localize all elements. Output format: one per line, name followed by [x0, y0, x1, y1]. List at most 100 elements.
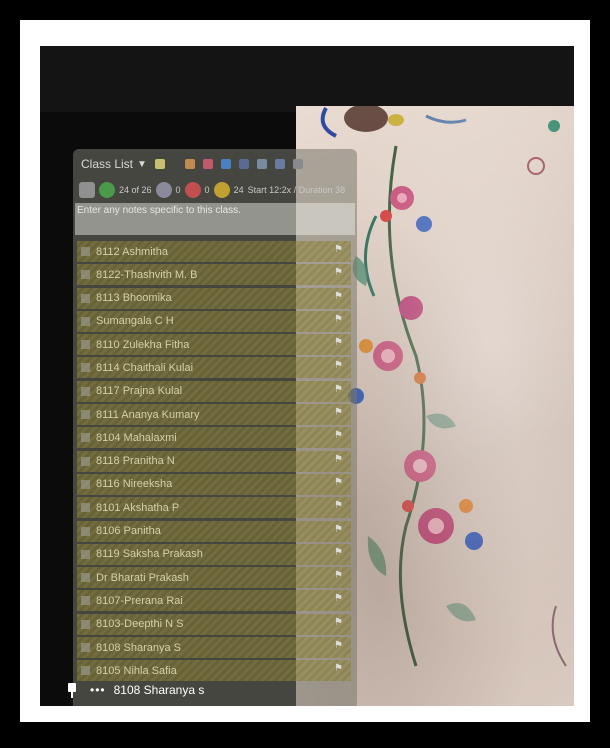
- more-options-icon[interactable]: •••: [90, 683, 106, 697]
- class-toolbar: 24 of 26 0 0 24 Start 12:2x / Duration 3…: [73, 179, 357, 201]
- student-row[interactable]: 8110 Zulekha Fitha ⚑: [77, 334, 351, 356]
- student-name: Dr Bharati Prakash: [96, 571, 189, 584]
- edit-icon[interactable]: [184, 159, 195, 169]
- student-checkbox[interactable]: [81, 549, 90, 559]
- student-checkbox[interactable]: [81, 456, 90, 466]
- student-checkbox[interactable]: [81, 316, 90, 326]
- flag-icon[interactable]: ⚑: [334, 314, 343, 325]
- student-row[interactable]: 8118 Pranitha N ⚑: [77, 450, 351, 472]
- start-duration: Start 12:2x / Duration 38: [247, 185, 346, 195]
- student-checkbox[interactable]: [81, 479, 90, 489]
- student-name: Sumangala C H: [96, 315, 174, 328]
- flag-icon[interactable]: ⚑: [334, 384, 343, 395]
- excused-icon[interactable]: [213, 182, 230, 198]
- flag-icon[interactable]: ⚑: [334, 360, 343, 371]
- pause-icon[interactable]: [79, 182, 95, 198]
- pencil-icon[interactable]: [202, 159, 213, 169]
- student-row[interactable]: 8113 Bhoomika ⚑: [77, 287, 351, 309]
- present-icon[interactable]: [99, 182, 115, 198]
- save-icon[interactable]: [238, 159, 249, 169]
- late-count: 0: [204, 185, 210, 195]
- student-checkbox[interactable]: [81, 340, 90, 350]
- student-row[interactable]: 8108 Sharanya S ⚑: [77, 637, 351, 659]
- student-checkbox[interactable]: [81, 503, 90, 513]
- student-row[interactable]: Dr Bharati Prakash ⚑: [77, 567, 351, 589]
- student-name: 8116 Nireeksha: [96, 478, 173, 491]
- student-name: 8105 Nihla Safia: [96, 664, 177, 677]
- excused-count: 24: [233, 185, 244, 195]
- student-checkbox[interactable]: [81, 363, 90, 373]
- class-notes-field[interactable]: Enter any notes specific to this class.: [75, 203, 355, 235]
- pin-icon[interactable]: [292, 159, 303, 169]
- screen-area: Class List ▼ 24 of 26 0 0 24 Start 12:2x…: [40, 46, 574, 706]
- student-name: 8112 Ashmitha: [96, 245, 168, 258]
- student-row[interactable]: 8106 Panitha ⚑: [77, 520, 351, 542]
- student-row[interactable]: 8114 Chaithali Kulai ⚑: [77, 357, 351, 379]
- flag-icon[interactable]: ⚑: [334, 407, 343, 418]
- student-row[interactable]: 8112 Ashmitha ⚑: [77, 241, 351, 262]
- student-checkbox[interactable]: [81, 386, 90, 396]
- student-checkbox[interactable]: [81, 433, 90, 443]
- student-checkbox[interactable]: [81, 247, 90, 256]
- student-checkbox[interactable]: [81, 410, 90, 420]
- flag-icon[interactable]: ⚑: [334, 430, 343, 441]
- student-checkbox[interactable]: [81, 270, 90, 280]
- student-name: 8106 Panitha: [96, 525, 161, 538]
- student-row[interactable]: 8122-Thashvith M. B ⚑: [77, 264, 351, 286]
- student-row[interactable]: 8117 Prajna Kulal ⚑: [77, 380, 351, 402]
- flag-icon[interactable]: ⚑: [334, 593, 343, 604]
- student-checkbox[interactable]: [81, 526, 90, 536]
- student-name: 8108 Sharanya S: [96, 641, 182, 654]
- class-list-title[interactable]: Class List: [81, 157, 133, 171]
- late-icon[interactable]: [184, 182, 201, 198]
- student-name: 8104 Mahalaxmi: [96, 431, 177, 444]
- pin-icon[interactable]: [68, 683, 76, 698]
- student-checkbox[interactable]: [81, 666, 90, 676]
- student-name: 8114 Chaithali Kulai: [96, 361, 194, 374]
- student-checkbox[interactable]: [81, 619, 90, 629]
- flag-icon[interactable]: ⚑: [334, 640, 343, 651]
- student-name: 8111 Ananya Kumary: [96, 408, 200, 421]
- flag-icon[interactable]: ⚑: [334, 500, 343, 511]
- flag-icon[interactable]: ⚑: [334, 337, 343, 348]
- flag-icon[interactable]: ⚑: [334, 291, 343, 302]
- student-name: 8103-Deepthi N S: [96, 618, 184, 631]
- chevron-down-icon[interactable]: ▼: [137, 159, 147, 170]
- student-list: 8112 Ashmitha ⚑ 8122-Thashvith M. B ⚑ 8113 B…: [73, 241, 357, 682]
- present-count: 24 of 26: [119, 185, 152, 195]
- student-row[interactable]: 8107-Prerana Rai ⚑: [77, 590, 351, 612]
- student-name: 8113 Bhoomika: [96, 292, 172, 305]
- flag-icon[interactable]: ⚑: [334, 570, 343, 581]
- student-row[interactable]: 8103-Deepthi N S ⚑: [77, 613, 351, 635]
- student-row[interactable]: Sumangala C H ⚑: [77, 310, 351, 332]
- absent-count: 0: [175, 185, 181, 195]
- notes-icon[interactable]: [154, 159, 165, 169]
- student-name: 8107-Prerana Rai: [96, 594, 183, 607]
- student-checkbox[interactable]: [81, 293, 90, 303]
- student-row[interactable]: 8119 Saksha Prakash ⚑: [77, 543, 351, 565]
- flag-icon[interactable]: ⚑: [334, 477, 343, 488]
- drop-icon[interactable]: [220, 159, 231, 169]
- student-row[interactable]: 8104 Mahalaxmi ⚑: [77, 427, 351, 449]
- class-list-panel: Class List ▼ 24 of 26 0 0 24 Start 12:2x…: [73, 149, 357, 706]
- student-name: 8110 Zulekha Fitha: [96, 338, 190, 351]
- student-row[interactable]: 8101 Akshatha P ⚑: [77, 497, 351, 519]
- flag-icon[interactable]: ⚑: [334, 454, 343, 465]
- flag-icon[interactable]: ⚑: [334, 524, 343, 535]
- flag-icon[interactable]: ⚑: [334, 267, 343, 278]
- print-icon[interactable]: [256, 159, 267, 169]
- absent-icon[interactable]: [155, 182, 172, 198]
- student-checkbox[interactable]: [81, 596, 90, 606]
- flag-icon[interactable]: ⚑: [334, 244, 343, 255]
- student-name: 8118 Pranitha N: [96, 455, 175, 468]
- flag-icon[interactable]: ⚑: [334, 547, 343, 558]
- flag-icon[interactable]: ⚑: [334, 617, 343, 628]
- student-checkbox[interactable]: [81, 643, 90, 653]
- student-row[interactable]: 8111 Ananya Kumary ⚑: [77, 404, 351, 426]
- student-name: 8122-Thashvith M. B: [96, 268, 198, 281]
- student-checkbox[interactable]: [81, 573, 90, 583]
- help-icon[interactable]: [274, 159, 285, 169]
- student-name: 8101 Akshatha P: [96, 501, 180, 514]
- student-row[interactable]: 8116 Nireeksha ⚑: [77, 473, 351, 495]
- flag-icon[interactable]: ⚑: [334, 663, 343, 674]
